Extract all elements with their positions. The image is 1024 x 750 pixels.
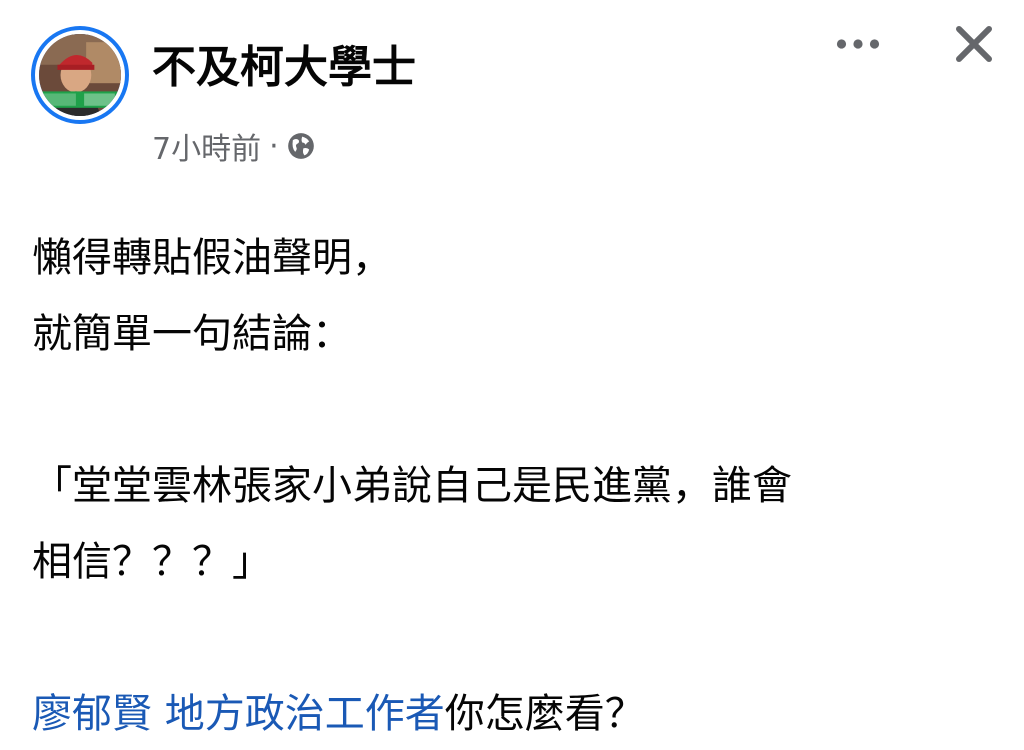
author-name[interactable]: 不及柯大學士 — [152, 38, 416, 98]
close-icon — [954, 24, 994, 68]
mention-suffix: 你怎麼看？ — [444, 691, 645, 737]
post-text: 懶得轉貼假油聲明， 就簡單一句結論： 「堂堂雲林張家小弟說自己是民進黨，誰會 相… — [32, 220, 992, 750]
mention-link-1[interactable]: 廖郁賢 — [32, 691, 152, 737]
post-line-3: 「堂堂雲林張家小弟說自己是民進黨，誰會 — [32, 463, 792, 509]
close-button[interactable] — [948, 20, 1000, 72]
post-card: 不及柯大學士 7小時前 · 懶得轉貼假油聲明， 就簡單一句結論： 「堂堂雲林張家… — [0, 0, 1024, 750]
avatar-image — [35, 30, 125, 120]
globe-icon[interactable] — [287, 132, 315, 160]
more-options-button[interactable] — [828, 22, 888, 66]
post-line-4: 相信？？？」 — [32, 539, 272, 585]
post-meta: 7小時前 · — [152, 124, 315, 168]
post-line-1: 懶得轉貼假油聲明， — [32, 235, 392, 281]
post-time[interactable]: 7小時前 — [152, 124, 261, 168]
avatar[interactable] — [31, 26, 129, 124]
mention-line: 廖郁賢 地方政治工作者你怎麼看？ — [32, 676, 992, 750]
meta-separator: · — [269, 128, 279, 164]
more-dots-icon — [836, 35, 880, 54]
mention-link-2[interactable]: 地方政治工作者 — [165, 691, 445, 737]
post-line-2: 就簡單一句結論： — [32, 311, 352, 357]
